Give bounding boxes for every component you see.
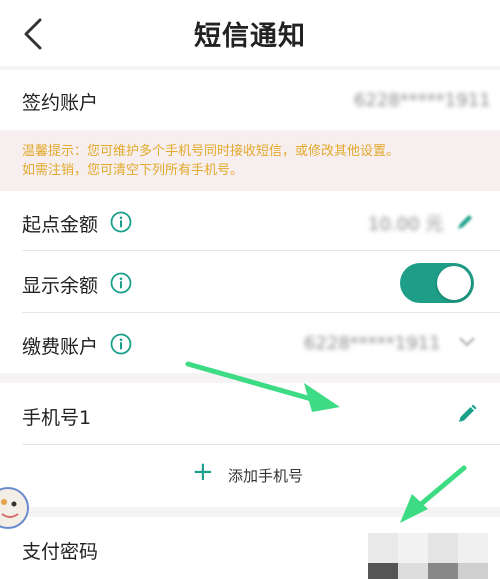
info-icon[interactable] (110, 333, 132, 355)
show-balance-label: 显示余额 (22, 275, 99, 297)
mosaic-block (368, 533, 398, 563)
show-balance-toggle[interactable] (400, 263, 474, 303)
start-amount-label: 起点金额 (22, 214, 99, 236)
pay-password-label: 支付密码 (22, 541, 99, 563)
edit-pencil-icon[interactable] (454, 211, 476, 233)
fee-account-value: 6228*****1911 (304, 333, 441, 354)
page-title: 短信通知 (194, 21, 306, 52)
contract-account-row: 签约账户 6228*****1911 (0, 70, 500, 130)
toggle-knob (437, 266, 471, 300)
contract-account-label: 签约账户 (22, 92, 99, 114)
add-phone-button[interactable]: + 添加手机号 (0, 445, 500, 507)
add-phone-label: 添加手机号 (228, 467, 304, 485)
info-icon[interactable] (110, 211, 132, 233)
mosaic-block (368, 563, 398, 579)
contract-account-value: 6228*****1911 (354, 90, 491, 111)
start-amount-value: 10.00 元 (368, 214, 444, 235)
start-amount-row[interactable]: 起点金额 10.00 元 (0, 191, 500, 251)
sticker-icon (0, 487, 29, 529)
header-bar: 短信通知 (0, 0, 500, 66)
mosaic-block (458, 533, 488, 563)
fee-account-label: 缴费账户 (22, 336, 99, 358)
mosaic-block (398, 533, 428, 563)
mosaic-block (428, 533, 458, 563)
mosaic-block (428, 563, 458, 579)
chevron-down-icon[interactable] (458, 335, 476, 349)
plus-icon: + (192, 457, 214, 487)
tip-banner: 温馨提示：您可维护多个手机号同时接收短信，或修改其他设置。 如需注销，您可清空下… (0, 131, 500, 191)
mosaic-block (458, 563, 488, 579)
tip-line-2: 如需注销，您可清空下列所有手机号。 (22, 163, 244, 178)
fee-account-row[interactable]: 缴费账户 6228*****1911 (0, 313, 500, 373)
tip-line-1: 温馨提示：您可维护多个手机号同时接收短信，或修改其他设置。 (22, 144, 400, 159)
edit-pencil-icon[interactable] (456, 403, 478, 425)
phone1-row[interactable]: 手机号1 (0, 383, 500, 445)
mosaic-block (398, 563, 428, 579)
phone1-label: 手机号1 (22, 407, 92, 429)
info-icon[interactable] (110, 272, 132, 294)
